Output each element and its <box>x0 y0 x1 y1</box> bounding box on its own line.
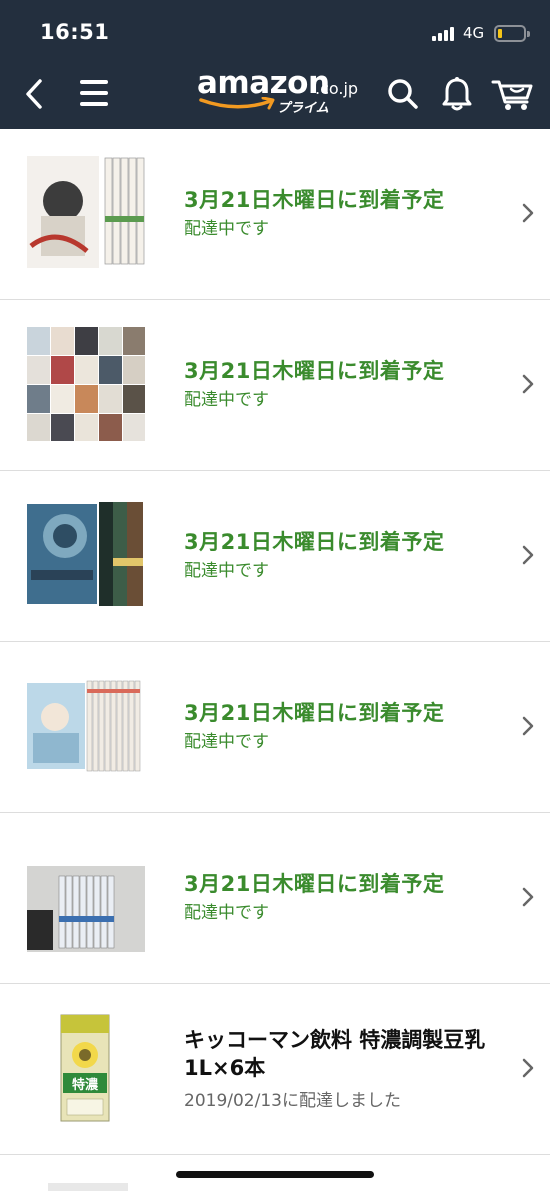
order-text: 3月21日木曜日に到着予定 配達中です <box>184 356 490 412</box>
status-time: 16:51 <box>40 20 110 44</box>
logo-prime: プライム <box>277 101 329 116</box>
order-item[interactable]: 3月21日木曜日に到着予定 配達中です <box>0 471 550 642</box>
chevron-right-icon <box>522 203 534 223</box>
order-item[interactable]: 3月21日木曜日に到着予定 配達中です <box>0 813 550 984</box>
chevron-right-icon <box>522 1058 534 1078</box>
cart-button[interactable] <box>491 76 535 112</box>
home-indicator[interactable] <box>176 1171 374 1178</box>
order-item[interactable]: 3月21日木曜日に到着予定 配達中です <box>0 300 550 471</box>
order-item[interactable]: 3月21日木曜日に到着予定 配達中です <box>0 129 550 300</box>
product-title-line1: キッコーマン飲料 特濃調製豆乳 <box>184 1028 486 1052</box>
product-thumbnail <box>27 327 145 441</box>
chevron-right-icon <box>522 374 534 394</box>
search-icon <box>388 79 418 109</box>
delivery-status: 配達中です <box>184 390 269 410</box>
order-item[interactable]: 3月21日木曜日に到着予定 配達中です <box>0 642 550 813</box>
network-label: 4G <box>463 24 485 42</box>
product-title: キッコーマン飲料 特濃調製豆乳 1L×6本 <box>184 1026 490 1082</box>
hamburger-menu-icon <box>80 80 108 84</box>
delivery-status: 配達中です <box>184 219 269 239</box>
back-chevron-icon <box>26 79 42 109</box>
product-title-line2: 1L×6本 <box>184 1056 266 1080</box>
bell-icon <box>442 77 472 111</box>
delivery-date: 3月21日木曜日に到着予定 <box>184 872 445 896</box>
delivery-status: 配達中です <box>184 903 269 923</box>
product-thumbnail <box>27 669 145 783</box>
product-thumbnail <box>27 840 145 954</box>
cart-icon <box>491 80 533 110</box>
delivery-status: 配達中です <box>184 561 269 581</box>
signal-icon <box>432 27 458 41</box>
delivery-date: 3月21日木曜日に到着予定 <box>184 359 445 383</box>
order-text: 3月21日木曜日に到着予定 配達中です <box>184 698 490 754</box>
search-button[interactable] <box>387 78 419 110</box>
delivered-status: 2019/02/13に配達しました <box>184 1091 401 1111</box>
notifications-button[interactable] <box>441 76 473 112</box>
delivery-date: 3月21日木曜日に到着予定 <box>184 530 445 554</box>
delivery-status: 配達中です <box>184 732 269 752</box>
amazon-logo[interactable]: amazon .co.jp プライム <box>197 65 362 117</box>
chevron-right-icon <box>522 887 534 907</box>
battery-icon <box>494 25 530 42</box>
chevron-right-icon <box>522 716 534 736</box>
back-button[interactable] <box>20 78 48 110</box>
order-text: キッコーマン飲料 特濃調製豆乳 1L×6本 2019/02/13に配達しました <box>184 1026 490 1111</box>
order-text: 3月21日木曜日に到着予定 配達中です <box>184 527 490 583</box>
top-bar: 16:51 4G amazon .co.jp プライム <box>0 0 550 129</box>
logo-word: amazon <box>197 65 330 101</box>
order-item-delivered[interactable]: 特濃 キッコーマン飲料 特濃調製豆乳 1L×6本 2019/02/13に配達しま… <box>0 984 550 1155</box>
delivery-date: 3月21日木曜日に到着予定 <box>184 188 445 212</box>
chevron-right-icon <box>522 545 534 565</box>
delivery-date: 3月21日木曜日に到着予定 <box>184 701 445 725</box>
order-text: 3月21日木曜日に到着予定 配達中です <box>184 869 490 925</box>
logo-domain: .co.jp <box>315 79 359 98</box>
product-thumbnail <box>27 156 145 270</box>
next-item-thumbnail <box>48 1183 128 1191</box>
hamburger-menu-button[interactable] <box>80 80 108 106</box>
order-list: 3月21日木曜日に到着予定 配達中です 3月21日木曜日に到着予定 配達中です … <box>0 129 550 1155</box>
smile-arrow-icon <box>199 97 275 110</box>
order-text: 3月21日木曜日に到着予定 配達中です <box>184 185 490 241</box>
carton-label: 特濃 <box>72 1077 99 1093</box>
product-thumbnail: 特濃 <box>27 1011 145 1125</box>
product-thumbnail <box>27 498 145 612</box>
